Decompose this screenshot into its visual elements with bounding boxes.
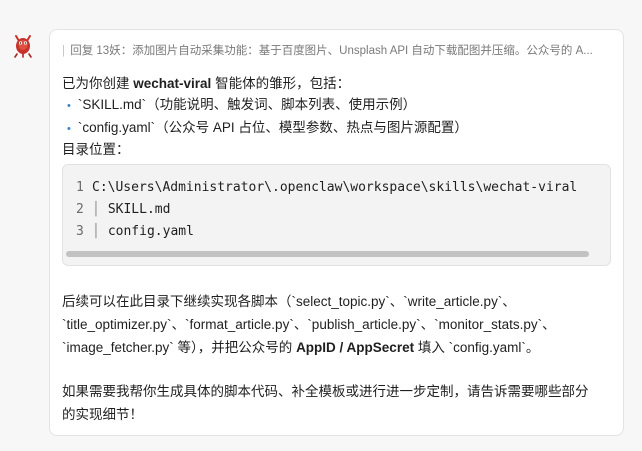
quote-bar: | xyxy=(62,45,65,57)
code-line: 1 C:\Users\Administrator\.openclaw\worksp… xyxy=(76,179,577,197)
paragraph-line: `image_fetcher.py` 等），并把公众号的 AppID / App… xyxy=(62,336,617,359)
followup-paragraph: 后续可以在此目录下继续实现各脚本（`select_topic.py`、`writ… xyxy=(62,290,617,359)
line-prefix: `image_fetcher.py` 等），并把公众号的 xyxy=(62,340,297,355)
closing-paragraph: 如果需要我帮你生成具体的脚本代码、补全模板或进行进一步定制，请告诉需要哪些部分 … xyxy=(62,380,617,426)
line-number: 1 xyxy=(76,180,84,195)
assistant-avatar-icon xyxy=(12,32,34,58)
paragraph-line: `title_optimizer.py`、`format_article.py`… xyxy=(62,317,556,332)
bullet-marker: • xyxy=(67,100,71,112)
paragraph-line: 后续可以在此目录下继续实现各脚本（`select_topic.py`、`writ… xyxy=(62,294,516,309)
list-item-text: `SKILL.md`（功能说明、触发词、脚本列表、使用示例） xyxy=(77,97,417,112)
code-line: 3 │ config.yaml xyxy=(76,223,194,241)
horizontal-scrollbar[interactable] xyxy=(66,251,589,257)
quote-text: 回复 13妖：添加图片自动采集功能：基于百度图片、Unsplash API 自动… xyxy=(70,45,593,57)
intro-line: 已为你创建 wechat-viral 智能体的雏形，包括： xyxy=(62,74,350,94)
code-text: config.yaml xyxy=(107,224,194,239)
list-item-text: `config.yaml`（公众号 API 占位、模型参数、热点与图片源配置） xyxy=(77,120,468,135)
intro-suffix: 智能体的雏形，包括： xyxy=(211,76,351,91)
assistant-message-bubble: | 回复 13妖：添加图片自动采集功能：基于百度图片、Unsplash API … xyxy=(49,29,624,436)
bullet-marker: • xyxy=(67,123,71,135)
directory-label: 目录位置： xyxy=(62,142,130,157)
code-block[interactable]: 1 C:\Users\Administrator\.openclaw\worksp… xyxy=(62,164,611,266)
code-text: SKILL.md xyxy=(107,202,171,217)
list-item: • `SKILL.md`（功能说明、触发词、脚本列表、使用示例） xyxy=(67,95,416,116)
line-number: 3 xyxy=(76,224,84,239)
reply-quote[interactable]: | 回复 13妖：添加图片自动采集功能：基于百度图片、Unsplash API … xyxy=(62,44,614,58)
paragraph-line: 如果需要我帮你生成具体的脚本代码、补全模板或进行进一步定制，请告诉需要哪些部分 xyxy=(62,384,589,399)
paragraph-line: 的实现细节！ xyxy=(62,407,143,422)
tree-pipe: │ xyxy=(92,202,100,217)
agent-name: wechat-viral xyxy=(133,76,212,91)
intro-prefix: 已为你创建 xyxy=(62,76,134,91)
list-item: • `config.yaml`（公众号 API 占位、模型参数、热点与图片源配置） xyxy=(67,118,468,139)
code-line: 2 │ SKILL.md xyxy=(76,201,170,219)
line-number: 2 xyxy=(76,202,84,217)
appid-appsecret: AppID / AppSecret xyxy=(296,340,415,355)
code-text: C:\Users\Administrator\.openclaw\workspa… xyxy=(92,180,578,195)
line-suffix: 填入 `config.yaml`。 xyxy=(414,340,540,355)
tree-pipe: │ xyxy=(92,224,100,239)
